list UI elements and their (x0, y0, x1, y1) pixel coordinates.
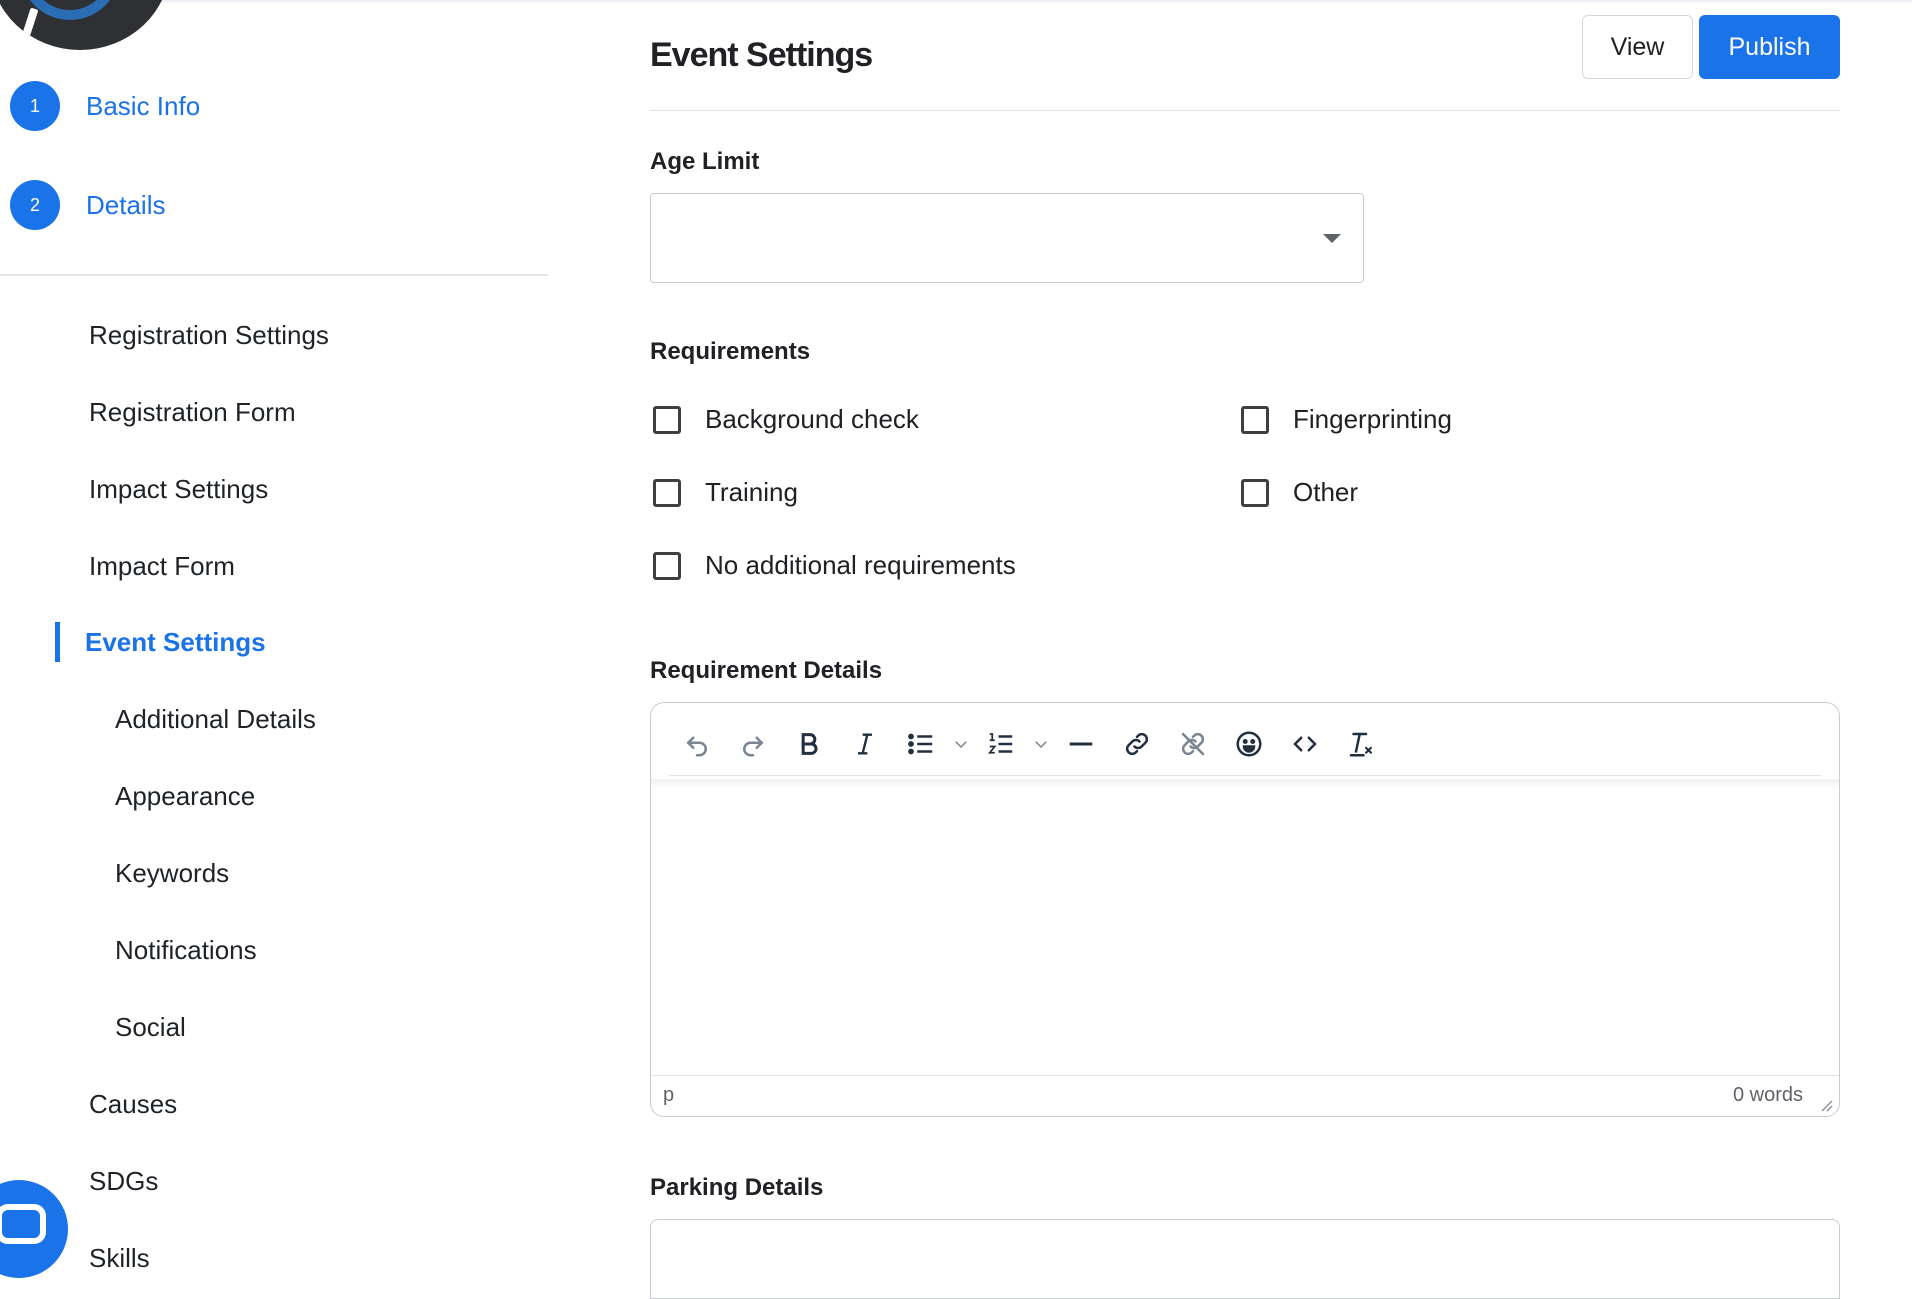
header-divider (650, 110, 1840, 111)
requirement-details-label: Requirement Details (650, 657, 883, 684)
sidebar-item-additional-details[interactable]: Additional Details (115, 704, 316, 735)
chevron-down-icon[interactable] (1029, 720, 1053, 768)
age-limit-select[interactable] (650, 193, 1364, 283)
publish-button[interactable]: Publish (1699, 15, 1840, 79)
logo-mark (21, 7, 39, 39)
bullet-list-icon[interactable] (893, 720, 949, 768)
checkbox-other[interactable]: Other (1241, 477, 1358, 508)
element-path[interactable]: p (663, 1084, 674, 1107)
checkbox-label: Training (705, 477, 798, 507)
age-limit-label: Age Limit (650, 148, 760, 175)
link-icon[interactable] (1109, 720, 1165, 768)
checkbox-label: No additional requirements (705, 550, 1016, 580)
step-details[interactable]: 2 Details (10, 180, 165, 230)
requirement-details-editor[interactable]: p 0 words (650, 702, 1840, 1117)
sidebar-item-event-settings[interactable]: Event Settings (85, 627, 266, 658)
sidebar-item-notifications[interactable]: Notifications (115, 935, 257, 966)
checkbox-fingerprinting[interactable]: Fingerprinting (1241, 404, 1452, 435)
active-indicator (55, 622, 60, 662)
sidebar-item-impact-form[interactable]: Impact Form (89, 551, 235, 582)
sidebar-item-registration-form[interactable]: Registration Form (89, 397, 296, 428)
source-code-icon[interactable] (1277, 720, 1333, 768)
sidebar-item-sdgs[interactable]: SDGs (89, 1166, 158, 1197)
word-count: 0 words (1732, 1084, 1803, 1106)
chat-launcher-button[interactable] (0, 1180, 68, 1278)
bold-icon[interactable] (781, 720, 837, 768)
sidebar-item-registration-settings[interactable]: Registration Settings (89, 320, 329, 351)
step-number: 1 (10, 81, 60, 131)
checkbox-box[interactable] (1241, 478, 1269, 507)
page-title: Event Settings (650, 36, 873, 74)
sidebar-divider (0, 274, 548, 276)
checkbox-background-check[interactable]: Background check (653, 404, 919, 435)
checkbox-box[interactable] (1241, 405, 1269, 434)
step-basic-info[interactable]: 1 Basic Info (10, 81, 200, 131)
checkbox-box[interactable] (653, 551, 681, 580)
emoji-icon[interactable] (1221, 720, 1277, 768)
toolbar-shadow (651, 779, 1839, 789)
sidebar-item-appearance[interactable]: Appearance (115, 781, 255, 812)
sidebar-item-social[interactable]: Social (115, 1012, 186, 1043)
sidebar-item-keywords[interactable]: Keywords (115, 858, 229, 889)
undo-icon[interactable] (669, 720, 725, 768)
checkbox-box[interactable] (653, 405, 681, 434)
checkbox-label: Other (1293, 477, 1359, 507)
caret-down-icon (1323, 234, 1341, 243)
step-label: Details (86, 189, 166, 220)
top-shadow (0, 0, 1912, 4)
sidebar-item-causes[interactable]: Causes (89, 1089, 177, 1120)
step-label: Basic Info (86, 90, 201, 121)
checkbox-no-additional-requirements[interactable]: No additional requirements (653, 550, 1016, 581)
checkbox-label: Fingerprinting (1293, 404, 1452, 434)
checkbox-training[interactable]: Training (653, 477, 798, 508)
horizontal-rule-icon[interactable] (1053, 720, 1109, 768)
view-button[interactable]: View (1582, 15, 1693, 79)
clear-formatting-icon[interactable] (1333, 720, 1389, 768)
checkbox-label: Background check (705, 404, 919, 434)
redo-icon[interactable] (725, 720, 781, 768)
chat-bubble-icon (0, 1204, 46, 1244)
resize-handle-icon[interactable] (1819, 1098, 1833, 1112)
numbered-list-icon[interactable] (973, 720, 1029, 768)
editor-statusbar: p 0 words (651, 1075, 1839, 1116)
step-number: 2 (10, 180, 60, 230)
checkbox-box[interactable] (653, 478, 681, 507)
parking-details-editor[interactable] (650, 1219, 1840, 1299)
parking-details-label: Parking Details (650, 1174, 824, 1201)
unlink-icon[interactable] (1165, 720, 1221, 768)
organization-logo[interactable] (0, 0, 170, 50)
editor-toolbar (669, 713, 1821, 776)
italic-icon[interactable] (837, 720, 893, 768)
requirements-label: Requirements (650, 338, 811, 365)
sidebar-item-impact-settings[interactable]: Impact Settings (89, 474, 268, 505)
sidebar-item-skills[interactable]: Skills (89, 1243, 150, 1274)
chevron-down-icon[interactable] (949, 720, 973, 768)
